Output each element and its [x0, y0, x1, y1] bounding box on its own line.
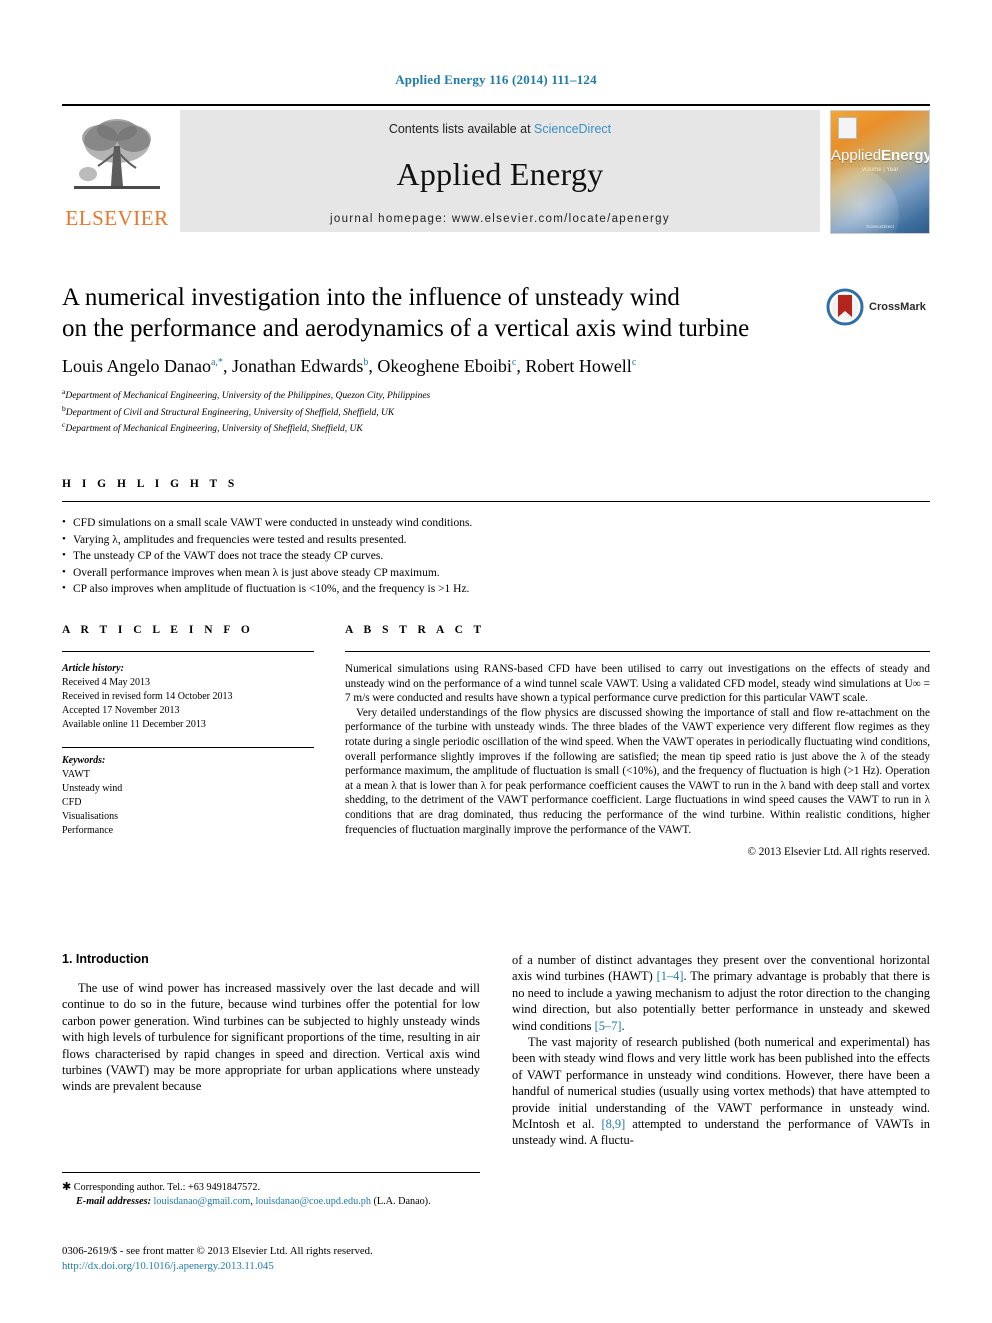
history-item: Available online 11 December 2013	[62, 719, 206, 730]
abstract-paragraph: Very detailed understandings of the flow…	[345, 706, 930, 836]
affiliation-text: Department of Civil and Structural Engin…	[65, 407, 395, 418]
cover-footer: ScienceDirect	[866, 224, 894, 229]
keyword-item: Unsteady wind	[62, 783, 123, 794]
crossmark-icon	[826, 288, 864, 326]
keyword-item: Performance	[62, 825, 114, 836]
sciencedirect-link[interactable]: ScienceDirect	[534, 122, 611, 136]
author-affil-marks: c	[511, 357, 517, 368]
paragraph-text: .	[621, 1018, 625, 1033]
article-info-column: Article history: Received 4 May 2013 Rec…	[62, 662, 314, 838]
affiliation-item: cDepartment of Mechanical Engineering, U…	[62, 419, 930, 436]
author-name[interactable]: Robert Howell	[525, 356, 631, 376]
crossmark-label: CrossMark	[869, 301, 926, 313]
email-link[interactable]: louisdanao@coe.upd.edu.ph	[255, 1196, 370, 1207]
highlights-list: CFD simulations on a small scale VAWT we…	[62, 514, 930, 598]
contents-prefix: Contents lists available at	[388, 122, 535, 136]
imprint-block: 0306-2619/$ - see front matter © 2013 El…	[62, 1244, 522, 1274]
paragraph: The use of wind power has increased mass…	[62, 981, 480, 1094]
history-item: Accepted 17 November 2013	[62, 705, 180, 716]
list-item: CFD simulations on a small scale VAWT we…	[62, 514, 930, 532]
corresponding-author-note: ✱ Corresponding author. Tel.: +63 949184…	[62, 1180, 480, 1195]
citation-link[interactable]: [1–4]	[657, 969, 684, 983]
keyword-item: Visualisations	[62, 811, 119, 822]
abstract-label: A B S T R A C T	[345, 624, 486, 636]
abstract-column: Numerical simulations using RANS-based C…	[345, 662, 930, 858]
corresponding-author-text: Corresponding author. Tel.: +63 94918475…	[73, 1182, 260, 1193]
doi-link[interactable]: http://dx.doi.org/10.1016/j.apenergy.201…	[62, 1259, 522, 1274]
journal-homepage-link[interactable]: journal homepage: www.elsevier.com/locat…	[180, 213, 820, 225]
affiliation-item: aDepartment of Mechanical Engineering, U…	[62, 386, 930, 403]
body-column-left: 1. Introduction The use of wind power ha…	[62, 952, 480, 1095]
elsevier-wordmark: ELSEVIER	[65, 206, 169, 230]
cover-title-a: Applied	[831, 147, 882, 164]
abstract-divider	[345, 651, 930, 652]
email-attribution: (L.A. Danao).	[373, 1196, 431, 1207]
journal-banner: Contents lists available at ScienceDirec…	[180, 110, 820, 232]
author-list: Louis Angelo Danaoa,*, Jonathan Edwardsb…	[62, 356, 637, 376]
paragraph: of a number of distinct advantages they …	[512, 952, 930, 1034]
asterisk-icon: ✱	[62, 1181, 72, 1193]
author-affil-marks: b	[363, 357, 369, 368]
author-name[interactable]: Okeoghene Eboibi	[377, 356, 511, 376]
list-item: Overall performance improves when mean λ…	[62, 564, 930, 582]
imprint-line: 0306-2619/$ - see front matter © 2013 El…	[62, 1245, 373, 1257]
body-column-right: of a number of distinct advantages they …	[512, 952, 930, 1149]
abstract-paragraph: Numerical simulations using RANS-based C…	[345, 663, 930, 705]
author-name[interactable]: Jonathan Edwards	[232, 356, 363, 376]
highlights-label: H I G H L I G H T S	[62, 478, 239, 490]
cover-title-b: Energy	[881, 147, 930, 164]
affiliation-text: Department of Mechanical Engineering, Un…	[65, 391, 431, 402]
highlights-section: H I G H L I G H T S CFD simulations on a…	[62, 478, 930, 598]
author-name[interactable]: Louis Angelo Danao	[62, 356, 211, 376]
article-history-label: Article history:	[62, 663, 124, 674]
article-info-label: A R T I C L E I N F O	[62, 624, 254, 636]
journal-title: Applied Energy	[396, 156, 604, 192]
title-block: CrossMark A numerical investigation into…	[62, 282, 930, 436]
title-line-2: on the performance and aerodynamics of a…	[62, 315, 750, 342]
author-affil-marks: a,*	[210, 357, 223, 368]
affiliation-text: Department of Mechanical Engineering, Un…	[65, 424, 363, 435]
cover-title: AppliedEnergy	[831, 147, 929, 164]
list-item: CP also improves when amplitude of fluct…	[62, 580, 930, 598]
elsevier-tree-icon	[74, 119, 160, 189]
abstract-copyright: © 2013 Elsevier Ltd. All rights reserved…	[747, 846, 931, 859]
author-affil-marks: c	[631, 357, 637, 368]
paper-page: Applied Energy 116 (2014) 111–124 ELSEVI…	[0, 0, 992, 1323]
keywords-label: Keywords:	[62, 755, 106, 766]
affiliation-item: bDepartment of Civil and Structural Engi…	[62, 403, 930, 420]
info-abstract-section: A R T I C L E I N F O A B S T R A C T Ar…	[62, 624, 930, 877]
citation-link[interactable]: [5–7]	[595, 1019, 622, 1033]
paragraph: The vast majority of research published …	[512, 1034, 930, 1149]
list-item: The unsteady CP of the VAWT does not tra…	[62, 547, 930, 565]
keywords-divider	[62, 747, 314, 748]
section-heading-introduction: 1. Introduction	[62, 952, 149, 966]
history-item: Received 4 May 2013	[62, 677, 151, 688]
cover-badge-icon	[838, 117, 857, 139]
journal-masthead: ELSEVIER Contents lists available at Sci…	[62, 104, 930, 234]
keyword-item: VAWT	[62, 769, 90, 780]
elsevier-logo: ELSEVIER	[62, 110, 172, 234]
article-info-divider	[62, 651, 314, 652]
title-line-1: A numerical investigation into the influ…	[62, 284, 680, 311]
email-label: E-mail addresses:	[76, 1196, 151, 1207]
cover-subtitle: Volume | Year	[861, 167, 899, 173]
email-link[interactable]: louisdanao@gmail.com	[154, 1196, 251, 1207]
citation-link[interactable]: [8,9]	[601, 1117, 625, 1131]
footnote-block: ✱ Corresponding author. Tel.: +63 949184…	[62, 1172, 480, 1209]
list-item: Varying λ, amplitudes and frequencies we…	[62, 531, 930, 549]
keyword-item: CFD	[62, 797, 82, 808]
journal-cover-thumbnail: AppliedEnergy Volume | Year ScienceDirec…	[830, 110, 930, 234]
highlights-divider	[62, 501, 930, 502]
running-head: Applied Energy 116 (2014) 111–124	[395, 72, 597, 87]
affiliation-list: aDepartment of Mechanical Engineering, U…	[62, 386, 930, 436]
crossmark-badge[interactable]: CrossMark	[826, 284, 930, 330]
email-note: E-mail addresses: louisdanao@gmail.com, …	[76, 1196, 431, 1207]
contents-line: Contents lists available at ScienceDirec…	[180, 122, 820, 136]
history-item: Received in revised form 14 October 2013	[62, 691, 233, 702]
page-title: A numerical investigation into the influ…	[62, 282, 822, 344]
